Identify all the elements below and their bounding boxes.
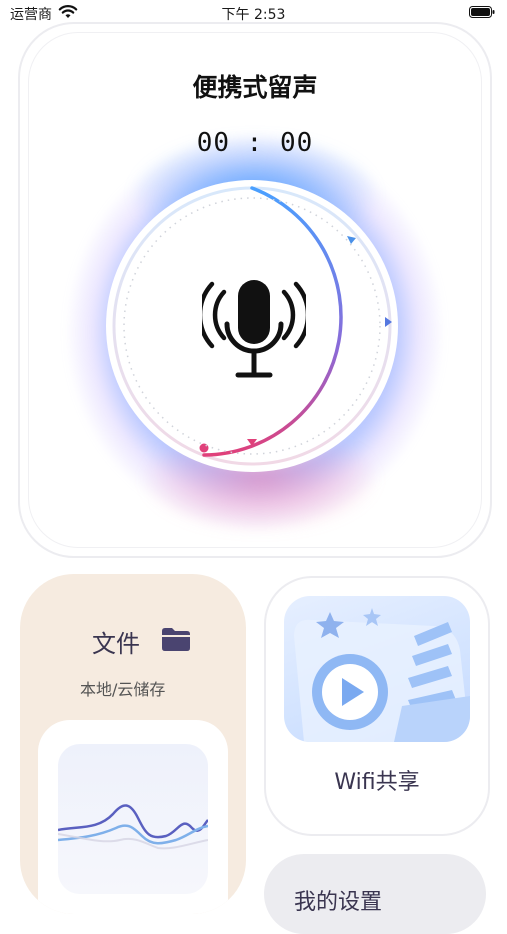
waveform-icon — [57, 804, 209, 850]
wifi-share-card[interactable]: Wifi共享 — [264, 576, 490, 836]
microphone-icon — [202, 280, 306, 378]
recording-timer: 00 : 00 — [196, 128, 314, 158]
files-title: 文件 — [92, 630, 140, 658]
waveform-thumbnail — [57, 744, 209, 894]
wifi-share-illustration — [284, 596, 470, 742]
wifi-share-label: Wifi共享 — [334, 770, 420, 795]
files-preview — [38, 720, 228, 914]
settings-label: 我的设置 — [294, 890, 383, 915]
recorder-card: 便携式留声 00 : 00 — [18, 22, 492, 558]
status-time: 下午 2:53 — [221, 7, 286, 23]
files-card[interactable]: 文件 本地/云储存 — [20, 574, 246, 914]
files-subtitle: 本地/云储存 — [80, 680, 166, 699]
battery-icon — [469, 6, 495, 18]
settings-card[interactable]: 我的设置 — [264, 854, 486, 934]
app-title: 便携式留声 — [192, 73, 318, 102]
folder-icon — [162, 628, 190, 651]
record-mic-button[interactable] — [202, 274, 306, 386]
media-share-icon — [294, 608, 470, 742]
